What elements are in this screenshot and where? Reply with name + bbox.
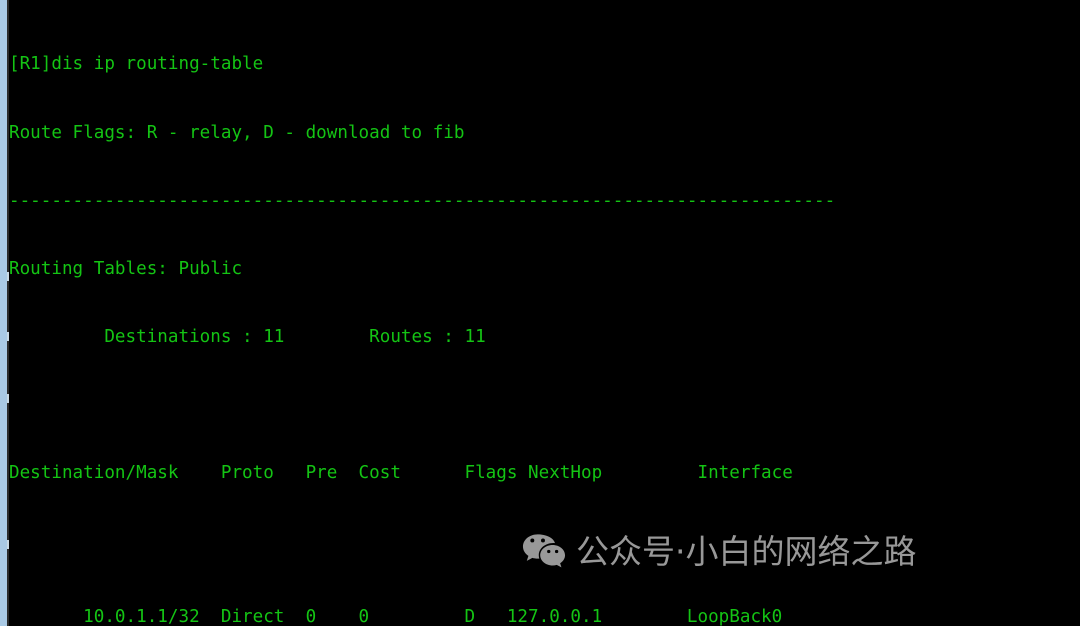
terminal-output[interactable]: [R1]dis ip routing-table Route Flags: R … — [9, 0, 1080, 626]
scrollbar-separator — [7, 0, 9, 626]
terminal-window: [R1]dis ip routing-table Route Flags: R … — [0, 0, 1080, 626]
terminal-scrollbar[interactable] — [0, 0, 7, 626]
scrollbar-tick — [7, 332, 9, 341]
command-line: [R1]dis ip routing-table — [9, 54, 264, 75]
route-table-body: 10.0.1.1/32 Direct 0 0 D 127.0.0.1 LoopB… — [9, 606, 1080, 626]
route-flags-line: Route Flags: R - relay, D - download to … — [9, 122, 465, 143]
scrollbar-tick — [7, 540, 9, 549]
routing-tables-line: Routing Tables: Public — [9, 258, 243, 279]
table-header-row: Destination/Mask Proto Pre Cost Flags Ne… — [9, 462, 793, 483]
scrollbar-tick — [7, 394, 9, 403]
separator-line: ----------------------------------------… — [9, 190, 836, 211]
scrollbar-tick — [7, 272, 9, 281]
summary-line: Destinations : 11 Routes : 11 — [9, 326, 486, 347]
route-row: 10.0.1.1/32 Direct 0 0 D 127.0.0.1 LoopB… — [9, 607, 783, 626]
